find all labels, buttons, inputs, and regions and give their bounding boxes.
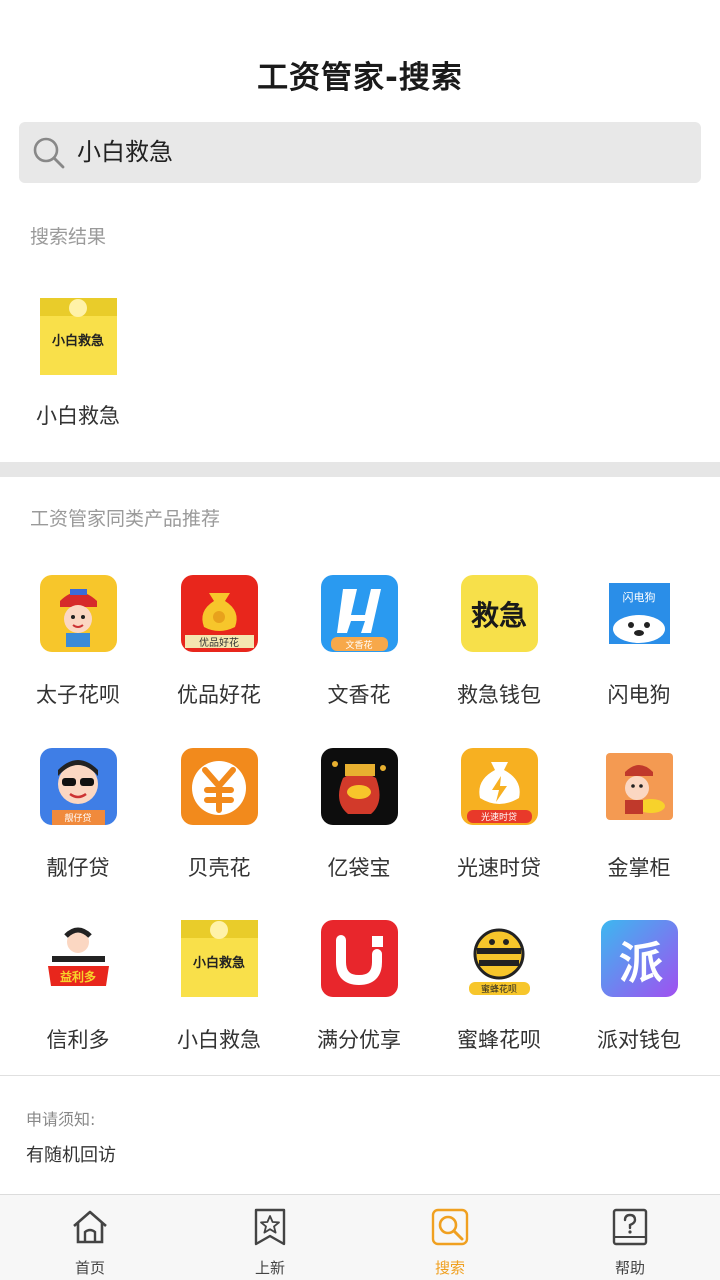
xinliduo-logo: 益利多 [40,920,117,997]
svg-text:救急: 救急 [471,599,527,632]
recommend-app-guangsu-shidai[interactable]: 光速时贷 光速时贷 [429,748,569,898]
header: 工资管家-搜索 [0,0,720,118]
recommend-app-yidaibao[interactable]: 亿袋宝 [289,748,429,898]
app-name: 贝壳花 [187,856,251,880]
svg-text:闪电狗: 闪电狗 [623,590,656,604]
paidui-qianbao-logo: 派 [601,920,678,997]
svg-text:小白救急: 小白救急 [52,333,104,349]
xiaobai-jiuji-logo: 小白救急 [181,920,258,997]
app-name: 闪电狗 [607,683,671,707]
liangzai-dai-logo: 靓仔贷 [40,748,117,825]
search-results-label: 搜索结果 [30,226,107,248]
svg-text:文香花: 文香花 [345,639,372,651]
result-app-xiaobai-jiuji[interactable]: 小白救急 小白救急 [8,298,148,448]
app-name: 小白救急 [177,1028,261,1052]
manfen-youxiang-logo [321,920,398,997]
svg-text:靓仔贷: 靓仔贷 [64,812,91,824]
tab-search[interactable]: 搜索 [360,1195,540,1280]
search-icon [431,1208,469,1246]
tab-new[interactable]: 上新 [180,1195,360,1280]
tab-label: 上新 [254,1259,285,1277]
help-icon [612,1208,648,1246]
tab-label: 首页 [74,1259,105,1277]
search-input[interactable] [77,122,677,183]
app-name: 靓仔贷 [46,856,110,880]
taizi-huabei-logo [40,575,117,652]
app-name: 派对钱包 [597,1028,681,1052]
recommend-app-wenxianghua[interactable]: 文香花 文香花 [289,575,429,725]
recommend-app-youpin-haohua[interactable]: 优品好花 优品好花 [149,575,289,725]
tab-label: 搜索 [434,1259,465,1277]
recommend-app-liangzai-dai[interactable]: 靓仔贷 靓仔贷 [8,748,148,898]
svg-text:光速时贷: 光速时贷 [481,811,517,823]
search-bar[interactable] [19,122,701,183]
tab-label: 帮助 [614,1259,645,1277]
result-app-name: 小白救急 [36,404,120,428]
notice-divider [0,1075,720,1076]
recommend-app-beikehua[interactable]: 贝壳花 [149,748,289,898]
app-name: 光速时贷 [457,856,541,880]
app-name: 优品好花 [177,683,261,707]
app-name: 金掌柜 [607,856,671,880]
jiuji-qianbao-logo: 救急 [461,575,538,652]
search-icon [33,137,65,169]
jinzhanggui-logo [601,748,678,825]
svg-text:益利多: 益利多 [60,969,96,984]
recommend-label: 工资管家同类产品推荐 [30,508,221,530]
recommend-app-jiuji-qianbao[interactable]: 救急 救急钱包 [429,575,569,725]
svg-text:优品好花: 优品好花 [199,636,239,649]
app-name: 信利多 [46,1028,110,1052]
beikehua-logo [181,748,258,825]
notice-title: 申请须知: [26,1110,96,1129]
mifeng-huabei-logo: 蜜蜂花呗 [461,920,538,997]
xiaobai-jiuji-logo: 小白救急 [40,298,117,375]
recommend-app-jinzhanggui[interactable]: 金掌柜 [569,748,709,898]
recommend-app-paidui-qianbao[interactable]: 派 派对钱包 [569,920,709,1070]
youpin-haohua-logo: 优品好花 [181,575,258,652]
recommend-app-xiaobai-jiuji[interactable]: 小白救急 小白救急 [149,920,289,1070]
yidaibao-logo [321,748,398,825]
app-name: 太子花呗 [36,683,120,707]
app-name: 亿袋宝 [327,856,391,880]
app-name: 救急钱包 [457,683,541,707]
star-bookmark-icon [254,1208,286,1246]
recommend-app-xinliduo[interactable]: 益利多 信利多 [8,920,148,1070]
notice-text: 有随机回访 [26,1145,116,1166]
svg-text:蜜蜂花呗: 蜜蜂花呗 [481,983,517,995]
section-divider [0,462,720,477]
recommend-app-mifeng-huabei[interactable]: 蜜蜂花呗 蜜蜂花呗 [429,920,569,1070]
tab-home[interactable]: 首页 [0,1195,180,1280]
bottom-tab-bar: 首页 上新 搜索 帮助 [0,1194,720,1280]
app-name: 文香花 [327,683,391,707]
tab-help[interactable]: 帮助 [540,1195,720,1280]
guangsu-shidai-logo: 光速时贷 [461,748,538,825]
shandiangou-logo: 闪电狗 [601,575,678,652]
recommend-app-shandiangou[interactable]: 闪电狗 闪电狗 [569,575,709,725]
svg-text:派: 派 [619,938,663,989]
page-title: 工资管家-搜索 [257,60,463,96]
app-name: 蜜蜂花呗 [457,1028,541,1052]
recommend-app-manfen-youxiang[interactable]: 满分优享 [289,920,429,1070]
svg-text:小白救急: 小白救急 [193,955,245,971]
home-icon [73,1210,107,1244]
app-name: 满分优享 [317,1028,401,1052]
wenxianghua-logo: 文香花 [321,575,398,652]
recommend-app-taizi-huabei[interactable]: 太子花呗 [8,575,148,725]
